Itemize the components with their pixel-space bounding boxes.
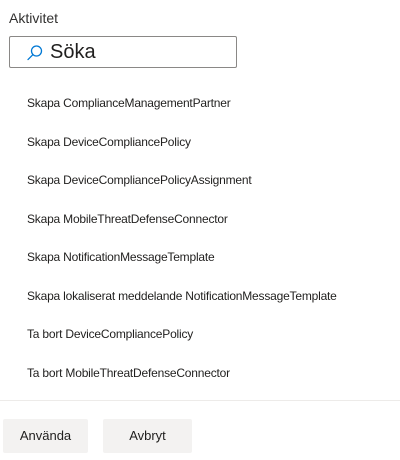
list-item[interactable]: Skapa DeviceCompliancePolicy [0, 123, 400, 162]
list-item[interactable]: Skapa ComplianceManagementPartner [0, 84, 400, 123]
apply-button[interactable]: Använda [3, 419, 88, 453]
cancel-button[interactable]: Avbryt [103, 419, 192, 453]
search-icon [26, 44, 44, 62]
list-item[interactable]: Skapa NotificationMessageTemplate [0, 238, 400, 277]
search-box[interactable] [9, 36, 237, 68]
list-item[interactable]: Skapa DeviceCompliancePolicyAssignment [0, 161, 400, 200]
activity-label: Aktivitet [9, 10, 59, 26]
activity-filter-panel: Aktivitet Skapa ComplianceManagementPart… [0, 0, 400, 460]
footer-divider [0, 400, 400, 401]
list-item[interactable]: Skapa lokaliserat meddelande Notificatio… [0, 277, 400, 316]
activity-list: Skapa ComplianceManagementPartner Skapa … [0, 84, 400, 392]
list-item[interactable]: Ta bort MobileThreatDefenseConnector [0, 354, 400, 393]
list-item[interactable]: Skapa MobileThreatDefenseConnector [0, 200, 400, 239]
search-input[interactable] [50, 40, 230, 64]
list-item[interactable]: Ta bort DeviceCompliancePolicy [0, 315, 400, 354]
